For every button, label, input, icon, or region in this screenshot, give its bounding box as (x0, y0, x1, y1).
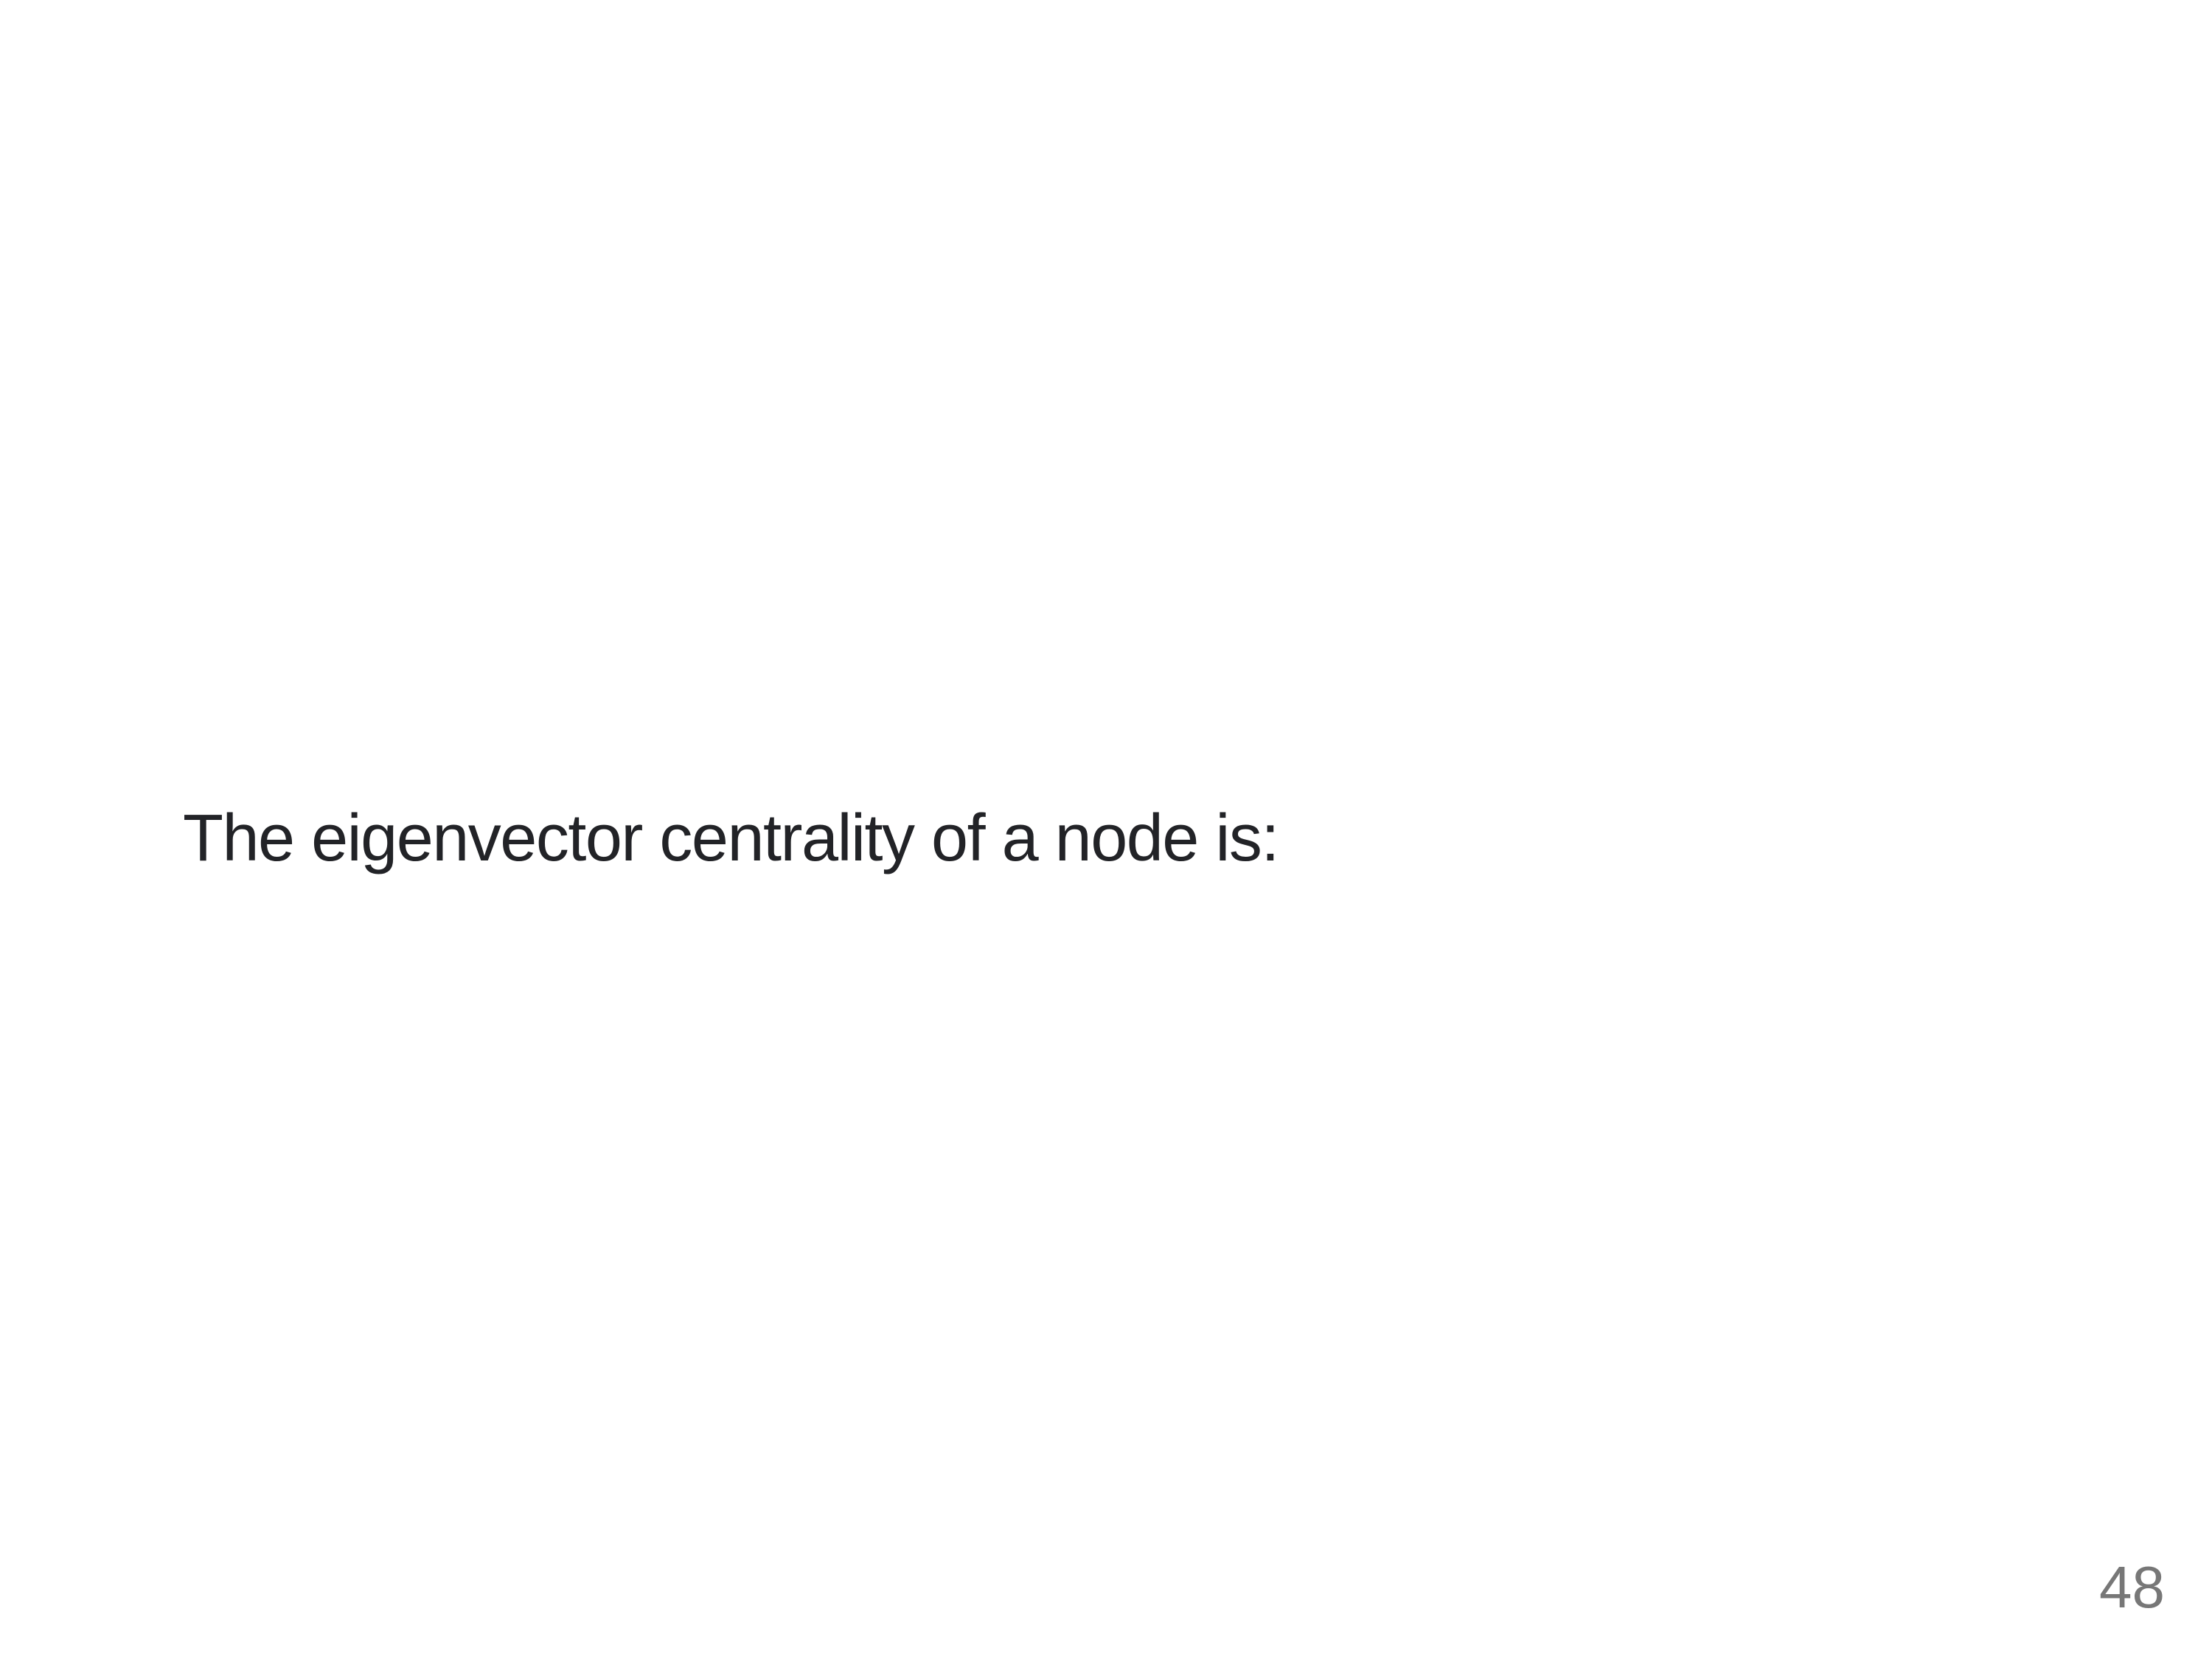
page-number: 48 (2099, 1554, 2165, 1620)
slide-body-text: The eigenvector centrality of a node is: (183, 801, 1279, 875)
